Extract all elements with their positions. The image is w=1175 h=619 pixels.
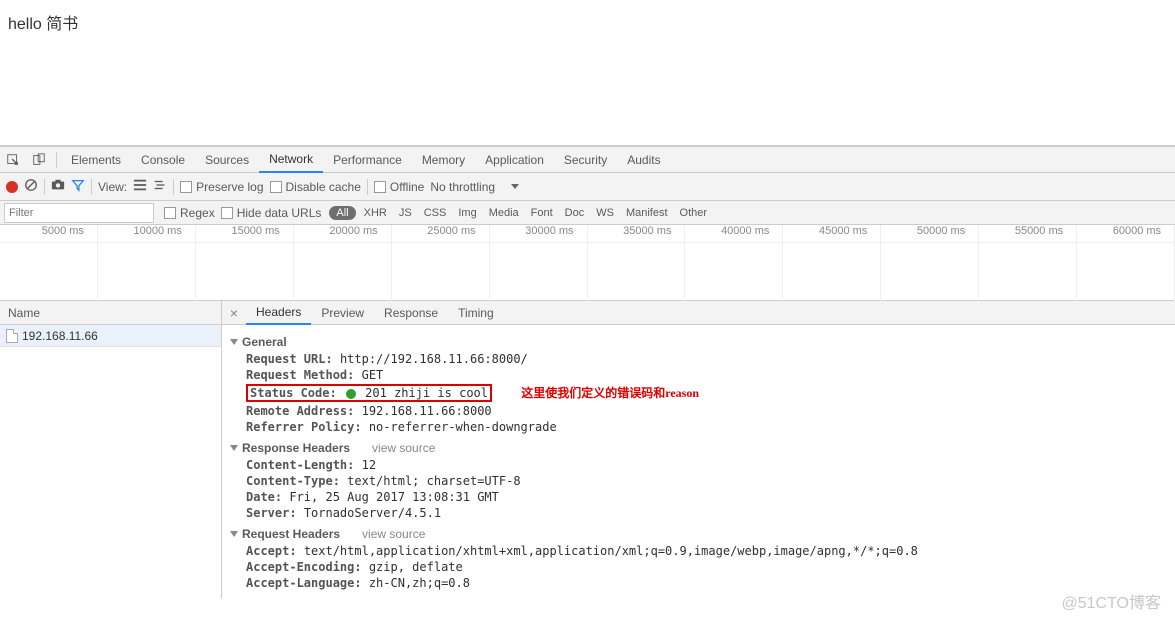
network-toolbar: View: Preserve log Disable cache Offline… xyxy=(0,173,1175,201)
filter-type[interactable]: Font xyxy=(525,207,559,219)
timeline-tick: 45000 ms xyxy=(783,225,881,242)
request-row[interactable]: 192.168.11.66 xyxy=(0,325,221,347)
kv-accept-language: Accept-Language: zh-CN,zh;q=0.8 xyxy=(228,575,1169,591)
separator xyxy=(44,179,45,195)
filter-bar: Regex Hide data URLs All XHR JS CSS Img … xyxy=(0,201,1175,225)
timeline-tick: 40000 ms xyxy=(685,225,783,242)
filter-type[interactable]: Manifest xyxy=(620,207,674,219)
inspect-icon[interactable] xyxy=(0,147,26,173)
timeline-tick: 5000 ms xyxy=(0,225,98,242)
timeline-tick: 30000 ms xyxy=(490,225,588,242)
filter-input[interactable] xyxy=(4,203,154,223)
devtools-main-tabs: Elements Console Sources Network Perform… xyxy=(0,147,1175,173)
page-text: hello 简书 xyxy=(8,16,78,33)
request-headers-section-header[interactable]: Request Headers view source xyxy=(228,521,1169,543)
kv-date: Date: Fri, 25 Aug 2017 13:08:31 GMT xyxy=(228,489,1169,505)
filter-type[interactable]: CSS xyxy=(418,207,453,219)
separator xyxy=(91,179,92,195)
separator xyxy=(367,179,368,195)
hide-data-urls-checkbox[interactable]: Hide data URLs xyxy=(221,206,322,220)
name-column-header[interactable]: Name xyxy=(0,301,221,325)
watermark: @51CTO博客 xyxy=(1061,589,1161,613)
timeline-tick: 35000 ms xyxy=(588,225,686,242)
kv-content-length: Content-Length: 12 xyxy=(228,457,1169,473)
timeline-tick: 55000 ms xyxy=(979,225,1077,242)
tab-application[interactable]: Application xyxy=(475,147,554,173)
timeline-tick: 20000 ms xyxy=(294,225,392,242)
tab-timing[interactable]: Timing xyxy=(448,301,504,325)
clear-button[interactable] xyxy=(24,178,38,195)
filter-type[interactable]: Media xyxy=(483,207,525,219)
filter-type[interactable]: Other xyxy=(674,207,714,219)
tab-performance[interactable]: Performance xyxy=(323,147,412,173)
annotation-text: 这里使我们定义的错误码和reason xyxy=(521,386,699,400)
kv-referrer-policy: Referrer Policy: no-referrer-when-downgr… xyxy=(228,419,1169,435)
kv-accept-encoding: Accept-Encoding: gzip, deflate xyxy=(228,559,1169,575)
kv-status-code: Status Code: 201 zhiji is cool 这里使我们定义的错… xyxy=(228,383,1169,403)
offline-checkbox[interactable]: Offline xyxy=(374,180,424,194)
timeline-tick: 60000 ms xyxy=(1077,225,1175,242)
request-detail: × Headers Preview Response Timing Genera… xyxy=(222,301,1175,599)
view-waterfall-icon[interactable] xyxy=(153,178,167,195)
view-label: View: xyxy=(98,180,127,194)
timeline-tick: 50000 ms xyxy=(881,225,979,242)
kv-request-method: Request Method: GET xyxy=(228,367,1169,383)
preserve-log-checkbox[interactable]: Preserve log xyxy=(180,180,263,194)
timeline-tick: 10000 ms xyxy=(98,225,196,242)
separator xyxy=(173,179,174,195)
device-toggle-icon[interactable] xyxy=(26,147,52,173)
filter-type[interactable]: XHR xyxy=(358,207,393,219)
headers-body: General Request URL: http://192.168.11.6… xyxy=(222,325,1175,599)
document-icon xyxy=(6,329,18,343)
throttling-select[interactable]: No throttling xyxy=(430,180,495,194)
kv-remote-address: Remote Address: 192.168.11.66:8000 xyxy=(228,403,1169,419)
status-dot-icon xyxy=(346,389,356,399)
triangle-down-icon xyxy=(230,531,238,537)
page-body: hello 简书 xyxy=(0,0,1175,146)
network-lower: Name 192.168.11.66 × Headers Preview Res… xyxy=(0,301,1175,599)
devtools-panel: Elements Console Sources Network Perform… xyxy=(0,146,1175,599)
kv-content-type: Content-Type: text/html; charset=UTF-8 xyxy=(228,473,1169,489)
view-list-icon[interactable] xyxy=(133,178,147,195)
kv-request-url: Request URL: http://192.168.11.66:8000/ xyxy=(228,351,1169,367)
view-source-link[interactable]: view source xyxy=(362,527,425,541)
response-headers-section-header[interactable]: Response Headers view source xyxy=(228,435,1169,457)
timeline-tick: 25000 ms xyxy=(392,225,490,242)
general-section-header[interactable]: General xyxy=(228,329,1169,351)
timeline-overview[interactable]: 5000 ms 10000 ms 15000 ms 20000 ms 25000… xyxy=(0,225,1175,301)
kv-server: Server: TornadoServer/4.5.1 xyxy=(228,505,1169,521)
tab-memory[interactable]: Memory xyxy=(412,147,475,173)
tab-preview[interactable]: Preview xyxy=(311,301,374,325)
triangle-down-icon xyxy=(230,339,238,345)
record-button[interactable] xyxy=(6,181,18,193)
regex-checkbox[interactable]: Regex xyxy=(164,206,215,220)
filter-toggle-icon[interactable] xyxy=(71,178,85,195)
timeline-tick: 15000 ms xyxy=(196,225,294,242)
request-name: 192.168.11.66 xyxy=(22,329,98,343)
request-list: Name 192.168.11.66 xyxy=(0,301,222,599)
chevron-down-icon[interactable] xyxy=(511,184,519,189)
close-detail-button[interactable]: × xyxy=(222,305,246,321)
capture-screenshot-icon[interactable] xyxy=(51,178,65,195)
tab-network[interactable]: Network xyxy=(259,147,323,173)
tab-headers[interactable]: Headers xyxy=(246,301,311,325)
tab-audits[interactable]: Audits xyxy=(617,147,670,173)
filter-type[interactable]: WS xyxy=(590,207,620,219)
triangle-down-icon xyxy=(230,445,238,451)
kv-accept: Accept: text/html,application/xhtml+xml,… xyxy=(228,543,1169,559)
status-highlight: Status Code: 201 zhiji is cool xyxy=(246,384,492,402)
view-source-link[interactable]: view source xyxy=(372,441,435,455)
tab-console[interactable]: Console xyxy=(131,147,195,173)
tab-response[interactable]: Response xyxy=(374,301,448,325)
tab-security[interactable]: Security xyxy=(554,147,617,173)
detail-tabs: × Headers Preview Response Timing xyxy=(222,301,1175,325)
tab-elements[interactable]: Elements xyxy=(61,147,131,173)
filter-type-all[interactable]: All xyxy=(329,206,355,220)
filter-type[interactable]: Doc xyxy=(559,207,591,219)
disable-cache-checkbox[interactable]: Disable cache xyxy=(270,180,361,194)
filter-type[interactable]: Img xyxy=(452,207,482,219)
tab-sources[interactable]: Sources xyxy=(195,147,259,173)
separator xyxy=(56,152,57,168)
filter-type[interactable]: JS xyxy=(393,207,418,219)
